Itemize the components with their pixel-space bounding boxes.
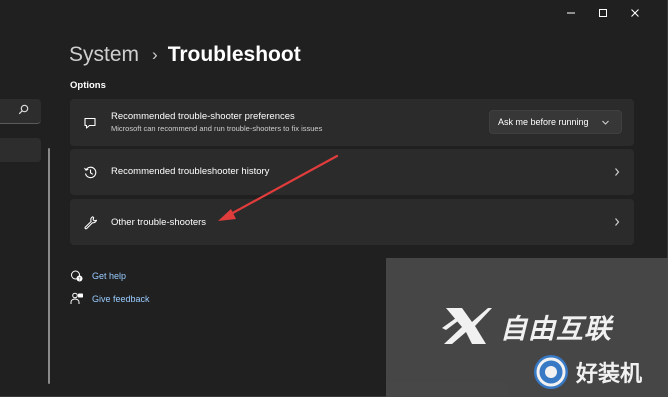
maximize-icon (599, 9, 607, 17)
minimize-button[interactable] (556, 4, 586, 22)
breadcrumb-separator: › (152, 45, 158, 64)
give-feedback-label: Give feedback (92, 294, 150, 304)
watermark-logo-top: 自由互联 (442, 304, 612, 348)
watermark-logo-bottom: 好装机 (532, 352, 642, 392)
maximize-button[interactable] (588, 4, 618, 22)
minimize-icon (567, 12, 575, 14)
close-icon (631, 9, 639, 17)
page-title: Troubleshoot (167, 43, 301, 66)
other-troubleshooters-card[interactable]: Other trouble-shooters (70, 199, 634, 245)
breadcrumb: System › Troubleshoot (69, 42, 301, 68)
card-subtitle: Microsoft can recommend and run trouble-… (111, 124, 323, 133)
chevron-right-icon (612, 217, 622, 227)
get-help-link[interactable]: ? Get help (70, 268, 126, 284)
get-help-label: Get help (92, 271, 127, 281)
help-icon: ? (71, 270, 83, 282)
sidebar-scrollbar[interactable] (48, 148, 50, 384)
chevron-right-icon (612, 167, 622, 177)
badge-logo-icon (534, 355, 568, 389)
sidebar-item-selected[interactable] (0, 138, 41, 162)
dropdown-selected-value: Ask me before running (498, 117, 589, 127)
card-title: Recommended troubleshooter history (111, 166, 270, 177)
card-title: Recommended trouble-shooter preferences (111, 111, 295, 122)
troubleshooter-preferences-card: Recommended trouble-shooter preferences … (70, 99, 634, 146)
card-title: Other trouble-shooters (111, 217, 207, 228)
watermark-top-text: 自由互联 (500, 313, 612, 345)
breadcrumb-parent-link[interactable]: System (69, 43, 139, 67)
section-title-options: Options (70, 80, 106, 91)
watermark-overlay: 自由互联 好装机 (386, 258, 668, 397)
wrench-icon (82, 214, 98, 230)
chat-bubble-icon (82, 115, 98, 131)
x-logo-icon (442, 308, 492, 344)
search-icon (18, 104, 29, 115)
feedback-icon (70, 292, 83, 304)
close-button[interactable] (620, 4, 650, 22)
chevron-down-icon (602, 120, 609, 125)
give-feedback-link[interactable]: Give feedback (70, 291, 150, 307)
watermark-bottom-text: 好装机 (576, 362, 643, 387)
sidebar-search-input[interactable] (0, 99, 41, 124)
history-icon (82, 164, 98, 180)
troubleshooter-preference-dropdown[interactable]: Ask me before running (489, 110, 622, 134)
troubleshooter-history-card[interactable]: Recommended troubleshooter history (70, 149, 634, 195)
